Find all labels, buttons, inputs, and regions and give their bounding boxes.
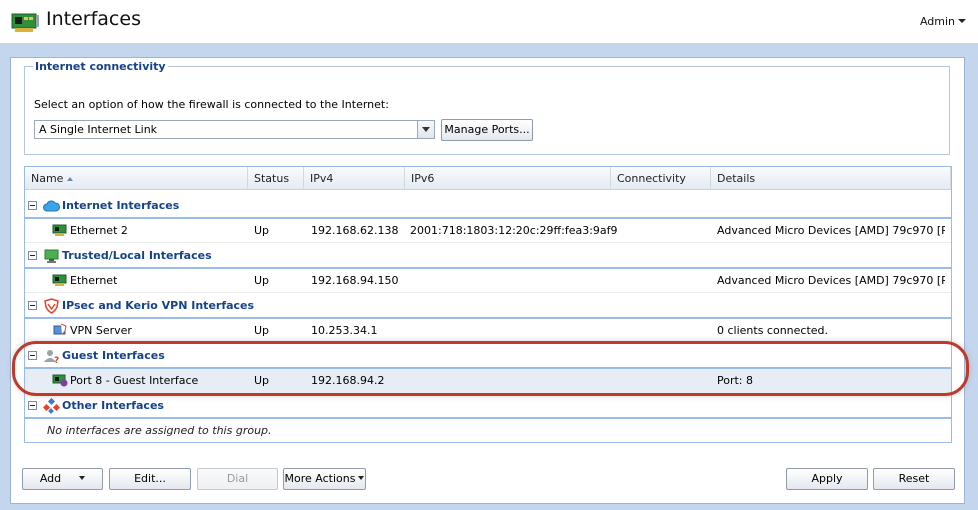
cell-ipv4: 10.253.34.1 (311, 324, 378, 337)
cell-status: Up (254, 274, 270, 287)
collapse-icon[interactable] (28, 251, 37, 260)
connectivity-select[interactable]: A Single Internet Link (34, 120, 435, 139)
group-header-internet[interactable]: Internet Interfaces (25, 194, 951, 219)
chevron-down-icon (358, 476, 365, 480)
group-label: Internet Interfaces (62, 199, 180, 212)
fieldset-legend: Internet connectivity (35, 60, 166, 73)
cell-ipv4: 192.168.62.138 (311, 224, 399, 237)
dropdown-arrow-icon[interactable] (417, 121, 434, 138)
cell-details: Advanced Micro Devices [AMD] 79c970 [PCn… (717, 274, 945, 287)
user-name: Admin (919, 15, 955, 28)
edit-button[interactable]: Edit... (109, 468, 191, 490)
cell-name: Ethernet 2 (70, 224, 128, 237)
table-row[interactable]: Ethernet 2 Up 192.168.62.138 2001:718:18… (25, 219, 951, 243)
connectivity-select-value: A Single Internet Link (39, 123, 158, 136)
empty-group-message: No interfaces are assigned to this group… (47, 424, 272, 437)
network-card-icon (52, 274, 67, 286)
column-header-name[interactable]: Name (25, 167, 248, 190)
cell-status: Up (254, 324, 270, 337)
group-header-trusted[interactable]: Trusted/Local Interfaces (25, 244, 951, 269)
other-network-icon (43, 398, 60, 414)
highlight-annotation (12, 341, 969, 396)
apply-button[interactable]: Apply (786, 468, 868, 490)
interfaces-panel: Internet connectivity Select an option o… (10, 57, 965, 504)
empty-group-row: No interfaces are assigned to this group… (25, 419, 951, 442)
vpn-server-icon (53, 323, 67, 335)
network-card-icon (52, 224, 67, 236)
top-bar: Interfaces Admin (0, 0, 978, 44)
sort-ascending-icon (67, 177, 74, 181)
internet-connectivity-fieldset: Internet connectivity Select an option o… (24, 60, 950, 155)
group-header-vpn[interactable]: IPsec and Kerio VPN Interfaces (25, 294, 951, 319)
column-header-connectivity[interactable]: Connectivity (611, 167, 711, 190)
column-header-details[interactable]: Details (711, 167, 951, 190)
more-actions-button[interactable]: More Actions (283, 468, 366, 490)
table-row[interactable]: VPN Server Up 10.253.34.1 0 clients conn… (25, 319, 951, 343)
group-label: Trusted/Local Interfaces (62, 249, 212, 262)
column-header-ipv4[interactable]: IPv4 (304, 167, 405, 190)
grid-header: Name Status IPv4 IPv6 Connectivity Detai… (25, 167, 951, 190)
cell-details: 0 clients connected. (717, 324, 829, 337)
column-header-status[interactable]: Status (248, 167, 304, 190)
network-card-icon (11, 13, 39, 32)
work-area: Internet connectivity Select an option o… (0, 44, 978, 510)
page-title: Interfaces (46, 8, 141, 30)
chevron-down-icon (958, 19, 966, 23)
reset-button[interactable]: Reset (873, 468, 955, 490)
user-menu[interactable]: Admin (920, 15, 966, 28)
dial-button[interactable]: Dial (197, 468, 278, 490)
column-header-ipv6[interactable]: IPv6 (405, 167, 611, 190)
chevron-down-icon (79, 476, 86, 480)
group-label: Other Interfaces (62, 399, 164, 412)
collapse-icon[interactable] (28, 301, 37, 310)
cell-name: VPN Server (70, 324, 132, 337)
group-label: IPsec and Kerio VPN Interfaces (62, 299, 255, 312)
table-row[interactable]: Ethernet Up 192.168.94.150 Advanced Micr… (25, 269, 951, 293)
connectivity-prompt: Select an option of how the firewall is … (34, 98, 389, 111)
cell-ipv4: 192.168.94.150 (311, 274, 399, 287)
manage-ports-button[interactable]: Manage Ports... (441, 119, 533, 141)
cell-name: Ethernet (70, 274, 118, 287)
collapse-icon[interactable] (28, 201, 37, 210)
collapse-icon[interactable] (28, 401, 37, 410)
cell-details: Advanced Micro Devices [AMD] 79c970 [PCn… (717, 224, 945, 237)
cloud-icon (43, 200, 60, 212)
group-header-other[interactable]: Other Interfaces (25, 394, 951, 419)
cell-ipv6: 2001:718:1803:12:20c:29ff:fea3:9af9 (410, 224, 618, 237)
monitor-icon (44, 249, 59, 263)
add-button[interactable]: Add (22, 468, 103, 490)
shield-icon (44, 298, 59, 314)
interfaces-grid: Name Status IPv4 IPv6 Connectivity Detai… (24, 166, 952, 443)
cell-status: Up (254, 224, 270, 237)
